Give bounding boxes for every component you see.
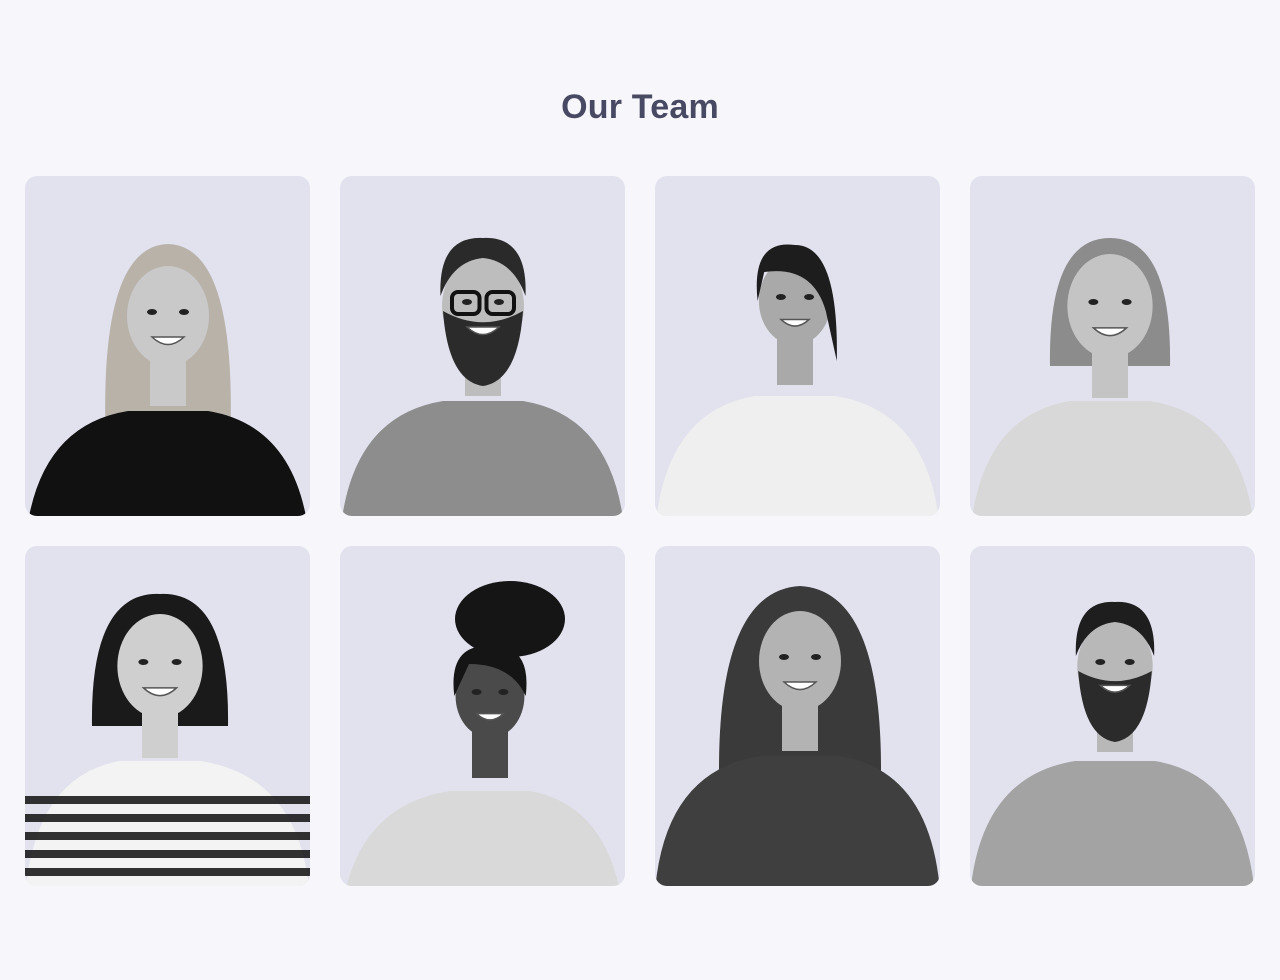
team-member-photo: [970, 601, 1255, 886]
portrait-figure: [970, 238, 1255, 516]
team-member-card[interactable]: [340, 176, 625, 516]
team-member-photo: [340, 237, 625, 516]
team-member-card[interactable]: [970, 546, 1255, 886]
team-member-photo: [340, 581, 625, 886]
team-member-card[interactable]: [340, 546, 625, 886]
team-grid: [25, 176, 1255, 886]
team-member-photo: [655, 244, 940, 516]
portrait-figure: [25, 244, 310, 516]
portrait-figure: [655, 244, 940, 516]
team-member-card[interactable]: [970, 176, 1255, 516]
page-title: Our Team: [561, 88, 719, 126]
portrait-figure: [340, 581, 625, 886]
portrait-figure: [970, 601, 1255, 886]
portrait-figure: [655, 586, 940, 886]
team-member-photo: [970, 238, 1255, 516]
team-member-photo: [25, 593, 310, 886]
team-member-card[interactable]: [25, 176, 310, 516]
team-member-card[interactable]: [25, 546, 310, 886]
team-member-card[interactable]: [655, 176, 940, 516]
team-member-photo: [25, 244, 310, 516]
team-member-photo: [655, 586, 940, 886]
portrait-figure: [25, 593, 310, 886]
portrait-figure: [340, 237, 625, 516]
team-member-card[interactable]: [655, 546, 940, 886]
